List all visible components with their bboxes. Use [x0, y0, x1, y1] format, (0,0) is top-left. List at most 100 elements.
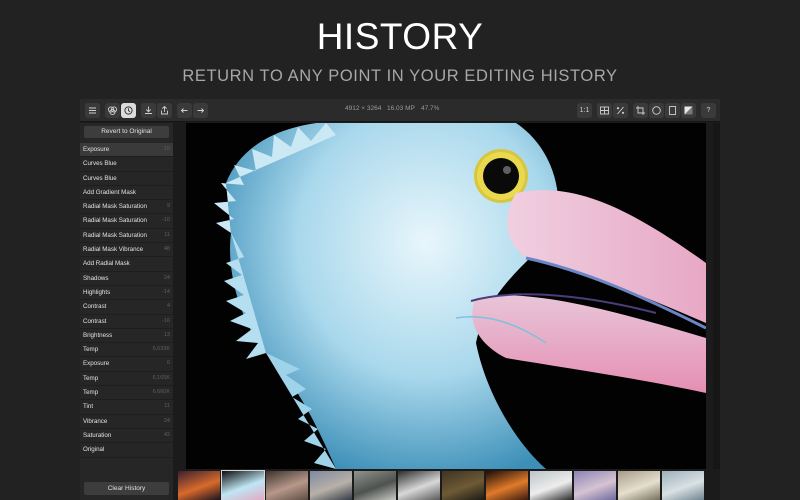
history-item-label: Temp — [83, 374, 99, 382]
history-item-label: Contrast — [83, 317, 107, 325]
filmstrip-thumbnail-building[interactable] — [530, 471, 572, 500]
clear-history-button[interactable]: Clear History — [84, 482, 169, 495]
history-item-label: Highlights — [83, 288, 111, 296]
history-item[interactable]: Saturation 42 — [80, 429, 173, 444]
history-item-value: 24 — [163, 417, 170, 424]
history-item[interactable]: Add Radial Mask — [80, 257, 173, 272]
history-item-label: Curves Blue — [83, 174, 117, 182]
image-megapixels: 16.03 MP — [387, 105, 415, 112]
history-item[interactable]: Contrast 4 — [80, 300, 173, 315]
main-photo[interactable] — [186, 123, 706, 469]
zoom-level: 47.7% — [421, 105, 440, 112]
filmstrip-thumbnail-beach[interactable] — [310, 471, 352, 500]
history-item-value: -14 — [162, 288, 170, 295]
history-item-value: 6,660K — [152, 389, 170, 396]
history-item-label: Exposure — [83, 360, 110, 368]
canvas-scrollbar[interactable] — [713, 123, 720, 469]
adjustments-button[interactable] — [105, 103, 120, 118]
history-item[interactable]: Temp 6,633K — [80, 343, 173, 358]
app-window: 4912 × 3264 16.03 MP 47.7% 1:1 ? Revert … — [80, 99, 720, 500]
history-item-label: Radial Mask Vibrance — [83, 246, 144, 254]
history-item-value: 6 — [166, 360, 170, 367]
history-item[interactable]: Tint 11 — [80, 400, 173, 415]
undo-icon — [180, 108, 188, 113]
history-item[interactable]: Exposure 10 — [80, 143, 173, 158]
filmstrip-thumbnail-forest[interactable] — [442, 471, 484, 500]
history-item-label: Exposure — [83, 146, 110, 153]
help-button[interactable]: ? — [701, 103, 716, 118]
crop-icon — [636, 106, 645, 115]
hero-title: HISTORY — [316, 16, 484, 57]
filmstrip-thumbnail-waterfall[interactable] — [398, 471, 440, 500]
history-item-value: 6,633K — [152, 346, 170, 353]
rectangle-icon — [669, 106, 676, 115]
history-item[interactable]: Radial Mask Saturation 11 — [80, 229, 173, 244]
circle-icon — [652, 106, 661, 115]
history-item[interactable]: Curves Blue — [80, 157, 173, 172]
history-item[interactable]: Radial Mask Saturation -10 — [80, 214, 173, 229]
history-item[interactable]: Radial Mask Saturation 9 — [80, 200, 173, 215]
history-item[interactable]: Temp 6,660K — [80, 386, 173, 401]
toolbar: 4912 × 3264 16.03 MP 47.7% 1:1 ? — [80, 99, 720, 122]
crop-button[interactable] — [633, 103, 648, 118]
percent-button[interactable] — [613, 103, 628, 118]
filmstrip-thumbnail-pelican[interactable] — [221, 470, 265, 500]
radial-mask-button[interactable] — [649, 103, 664, 118]
percent-icon — [616, 106, 625, 115]
history-item[interactable]: Shadows 24 — [80, 272, 173, 286]
history-item[interactable]: Radial Mask Vibrance 48 — [80, 243, 173, 258]
filmstrip-thumbnail-sunset[interactable] — [178, 471, 220, 500]
history-item-value: -10 — [162, 217, 170, 224]
history-item[interactable]: Add Gradient Mask — [80, 186, 173, 201]
filmstrip-thumbnail-fog-figure[interactable] — [354, 471, 396, 500]
history-item-label: Add Radial Mask — [83, 260, 130, 268]
hamburger-icon — [89, 107, 96, 114]
redo-icon — [197, 108, 205, 113]
history-item-label: Radial Mask Saturation — [83, 217, 147, 225]
history-sidebar: Revert to Original Exposure 10 Curves Blue… — [80, 123, 173, 500]
pelican-image — [186, 123, 706, 469]
history-item[interactable]: Highlights -14 — [80, 286, 173, 301]
redo-button[interactable] — [193, 103, 208, 118]
history-item[interactable]: Contrast -16 — [80, 315, 173, 329]
history-item-label: Radial Mask Saturation — [83, 231, 147, 239]
filmstrip-thumbnail-seascape[interactable] — [662, 471, 704, 500]
revert-to-original-button[interactable]: Revert to Original — [84, 126, 169, 138]
history-item[interactable]: Curves Blue — [80, 172, 173, 186]
filmstrip-thumbnail-cloudy-sky[interactable] — [574, 471, 616, 500]
history-item-label: Brightness — [83, 331, 113, 339]
filmstrip-thumbnail-fireworks[interactable] — [486, 471, 528, 500]
history-item-label: Radial Mask Saturation — [83, 203, 147, 211]
history-item-value: 42 — [163, 431, 170, 438]
history-item[interactable]: Vibrance 24 — [80, 415, 173, 429]
hero-subtitle: RETURN TO ANY POINT IN YOUR EDITING HIST… — [182, 67, 618, 85]
history-item[interactable]: Original — [80, 443, 173, 458]
history-item[interactable]: Exposure 6 — [80, 357, 173, 372]
history-item-value: 48 — [163, 246, 170, 253]
history-item-value: 24 — [163, 274, 170, 281]
gradient-mask-button[interactable] — [665, 103, 680, 118]
history-icon — [124, 106, 133, 115]
filmstrip-thumbnail-portrait[interactable] — [266, 471, 308, 500]
brush-mask-button[interactable] — [681, 103, 696, 118]
history-item-label: Add Gradient Mask — [83, 188, 136, 196]
history-item-value: 11 — [164, 403, 170, 410]
history-button[interactable] — [121, 103, 136, 118]
history-item-value: -16 — [162, 317, 170, 324]
menu-button[interactable] — [85, 103, 100, 118]
share-icon — [161, 105, 168, 115]
import-button[interactable] — [141, 103, 156, 118]
history-item[interactable]: Temp 6,165K — [80, 372, 173, 387]
history-item-label: Contrast — [83, 303, 107, 311]
share-button[interactable] — [157, 103, 172, 118]
compare-button[interactable] — [597, 103, 612, 118]
undo-button[interactable] — [177, 103, 192, 118]
history-item-label: Tint — [83, 403, 94, 411]
history-item-value: 4 — [166, 303, 170, 310]
history-item[interactable]: Brightness 13 — [80, 329, 173, 344]
zoom-1to1-button[interactable]: 1:1 — [577, 103, 592, 118]
filmstrip — [178, 470, 718, 500]
history-item-value: 13 — [163, 331, 170, 338]
filmstrip-thumbnail-dunes[interactable] — [618, 471, 660, 500]
image-dimensions: 4912 × 3264 — [345, 105, 382, 112]
